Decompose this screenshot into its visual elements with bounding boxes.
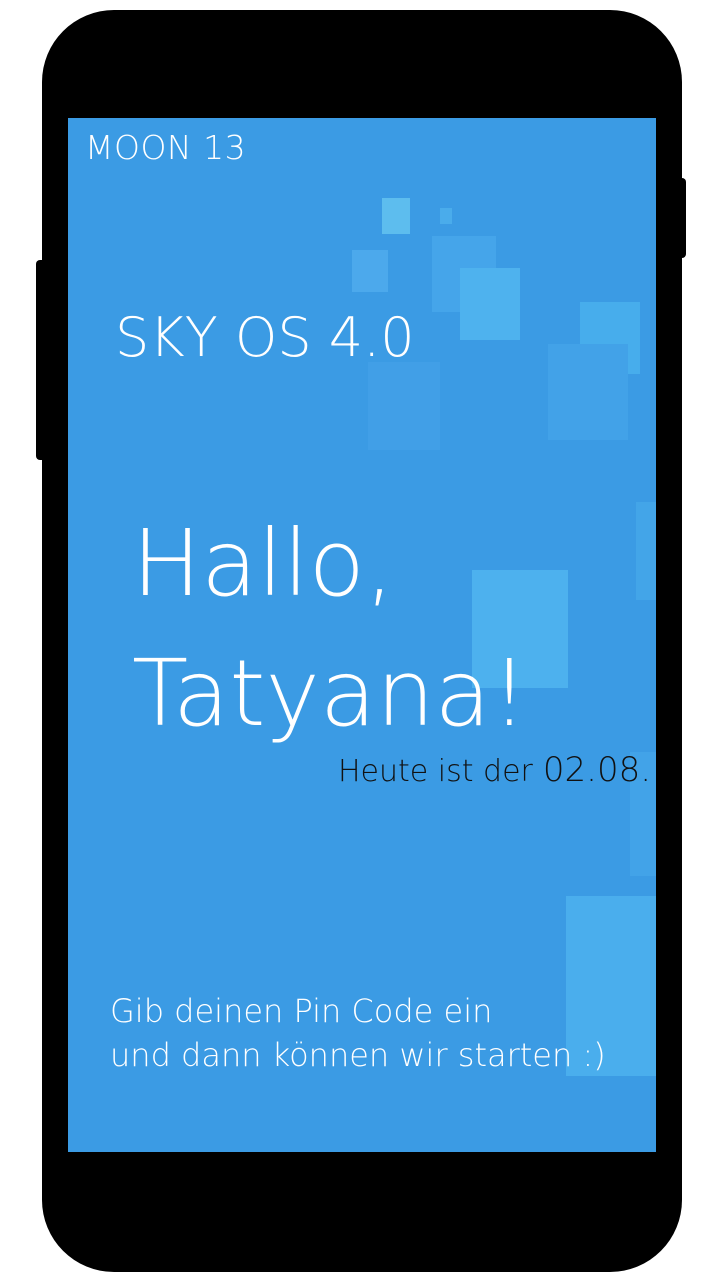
brand-label: MOON 13 <box>85 128 247 167</box>
decorative-square <box>352 250 388 292</box>
decorative-square <box>382 198 410 234</box>
decorative-square <box>548 344 628 440</box>
volume-button <box>36 260 46 460</box>
date-line: Heute ist der 02.08. <box>338 750 651 790</box>
date-label: Heute ist der <box>338 754 533 789</box>
decorative-square <box>636 502 656 600</box>
power-button <box>676 178 686 258</box>
pin-prompt-line-1: Gib deinen Pin Code ein <box>110 992 493 1030</box>
lock-screen: MOON 13 SKY OS 4.0 Hallo, Tatyana! Heute… <box>68 118 656 1152</box>
decorative-square <box>460 268 520 340</box>
decorative-square <box>368 362 440 450</box>
date-value: 02.08. <box>542 750 652 790</box>
os-version-title: SKY OS 4.0 <box>115 306 415 369</box>
pin-prompt-line-2: und dann können wir starten :) <box>110 1036 606 1074</box>
greeting-line-1: Hallo, <box>132 510 395 617</box>
greeting-line-2: Tatyana! <box>132 640 528 747</box>
decorative-square <box>440 208 452 224</box>
